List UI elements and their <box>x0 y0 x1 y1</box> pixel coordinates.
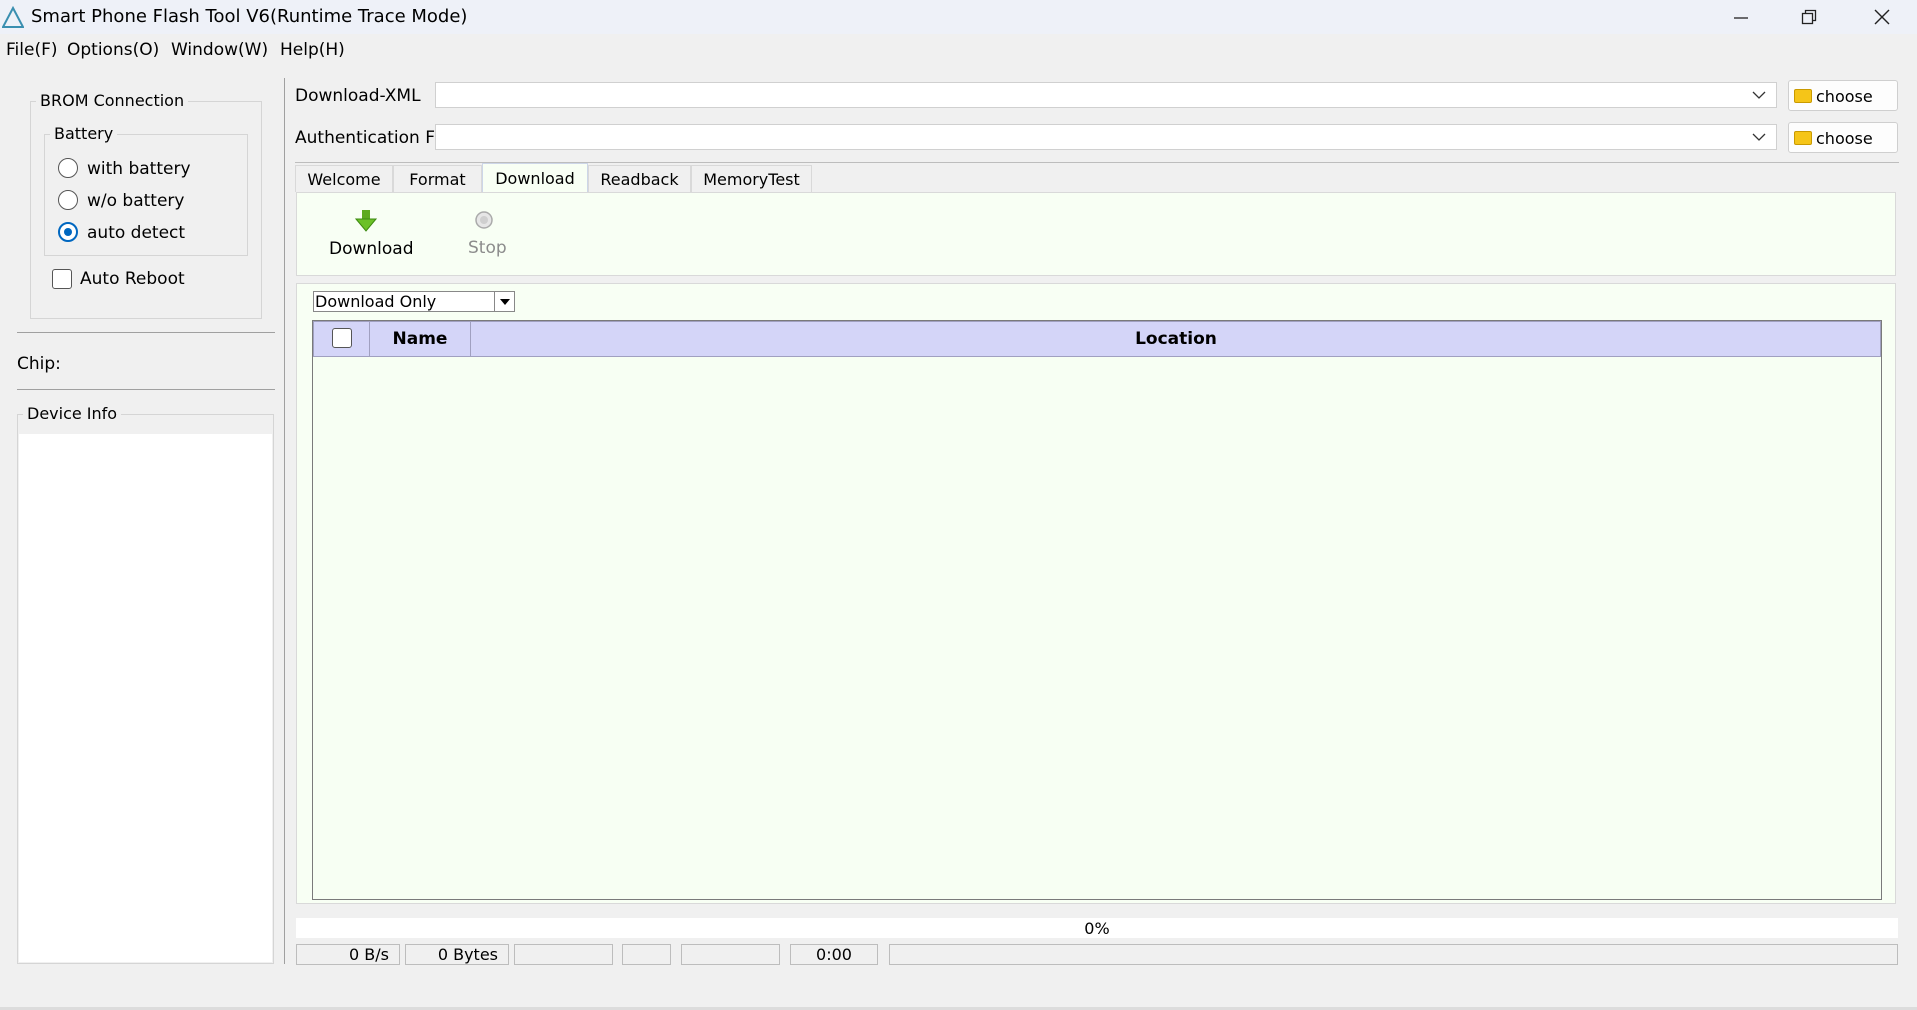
column-header-name[interactable]: Name <box>370 322 471 356</box>
tab-readback[interactable]: Readback <box>588 165 691 192</box>
download-mode-value: Download Only <box>315 292 437 311</box>
without-battery-label[interactable]: w/o battery <box>87 191 184 211</box>
select-all-header <box>314 322 370 356</box>
tab-welcome[interactable]: Welcome <box>295 165 393 192</box>
auth-file-combo[interactable] <box>435 124 1777 150</box>
tab-format[interactable]: Format <box>393 165 482 192</box>
menu-help[interactable]: Help(H) <box>280 40 345 60</box>
menu-options[interactable]: Options(O) <box>67 40 159 60</box>
status-cell-empty <box>514 944 613 965</box>
download-xml-combo[interactable] <box>435 82 1777 108</box>
download-arrow-icon <box>355 210 377 232</box>
download-toolbar <box>296 192 1896 276</box>
select-all-checkbox[interactable] <box>332 328 352 348</box>
status-speed: 0 B/s <box>296 944 400 965</box>
tab-download[interactable]: Download <box>482 163 588 192</box>
column-header-location[interactable]: Location <box>471 322 1881 356</box>
stop-button-label: Stop <box>468 238 507 258</box>
minimize-button[interactable] <box>1707 0 1775 34</box>
sidebar-divider <box>17 389 275 390</box>
download-button-label: Download <box>329 239 414 259</box>
stop-button[interactable]: Stop <box>450 206 520 262</box>
download-mode-select[interactable]: Download Only <box>313 291 515 312</box>
chip-label: Chip: <box>17 354 61 374</box>
dropdown-arrow-icon <box>499 298 510 305</box>
sidebar-divider <box>17 332 275 333</box>
device-info-panel <box>19 434 272 962</box>
close-button[interactable] <box>1848 0 1916 34</box>
menu-file[interactable]: File(F) <box>6 40 58 60</box>
auto-reboot-checkbox[interactable] <box>52 269 72 289</box>
status-time: 0:00 <box>790 944 878 965</box>
battery-title: Battery <box>50 124 118 143</box>
progress-bar: 0% <box>296 918 1898 938</box>
status-cell-empty <box>681 944 780 965</box>
table-header: Name Location <box>313 321 1881 357</box>
auto-detect-radio[interactable] <box>58 222 78 242</box>
status-bytes: 0 Bytes <box>405 944 509 965</box>
close-icon <box>1874 9 1890 25</box>
auth-file-label: Authentication File <box>295 128 454 148</box>
device-info-title: Device Info <box>23 404 122 423</box>
title-bar: Smart Phone Flash Tool V6(Runtime Trace … <box>0 0 1917 34</box>
folder-icon <box>1794 131 1812 145</box>
dropdown-button[interactable] <box>494 292 514 311</box>
with-battery-label[interactable]: with battery <box>87 159 191 179</box>
menu-window[interactable]: Window(W) <box>171 40 268 60</box>
minimize-icon <box>1734 17 1748 19</box>
stop-icon <box>475 211 493 229</box>
without-battery-radio[interactable] <box>58 190 78 210</box>
chevron-down-icon <box>1752 91 1766 99</box>
choose-label: choose <box>1816 87 1873 106</box>
splitter[interactable] <box>284 78 285 964</box>
choose-label: choose <box>1816 129 1873 148</box>
restore-button[interactable] <box>1775 0 1843 34</box>
chevron-down-icon <box>1752 133 1766 141</box>
tab-memorytest[interactable]: MemoryTest <box>691 165 812 192</box>
status-cell-empty <box>889 944 1898 965</box>
restore-icon <box>1801 9 1817 25</box>
progress-text: 0% <box>1084 919 1110 938</box>
window-title: Smart Phone Flash Tool V6(Runtime Trace … <box>31 6 468 27</box>
partition-table <box>312 320 1882 900</box>
choose-xml-button[interactable]: choose <box>1788 80 1898 111</box>
app-logo-icon <box>2 6 24 28</box>
auto-detect-label[interactable]: auto detect <box>87 223 185 243</box>
folder-icon <box>1794 89 1812 103</box>
auto-reboot-label[interactable]: Auto Reboot <box>80 269 185 289</box>
status-cell-empty <box>622 944 671 965</box>
choose-auth-button[interactable]: choose <box>1788 122 1898 153</box>
brom-connection-title: BROM Connection <box>36 91 189 110</box>
download-xml-label: Download-XML <box>295 86 421 106</box>
download-button[interactable]: Download <box>318 206 414 262</box>
with-battery-radio[interactable] <box>58 158 78 178</box>
